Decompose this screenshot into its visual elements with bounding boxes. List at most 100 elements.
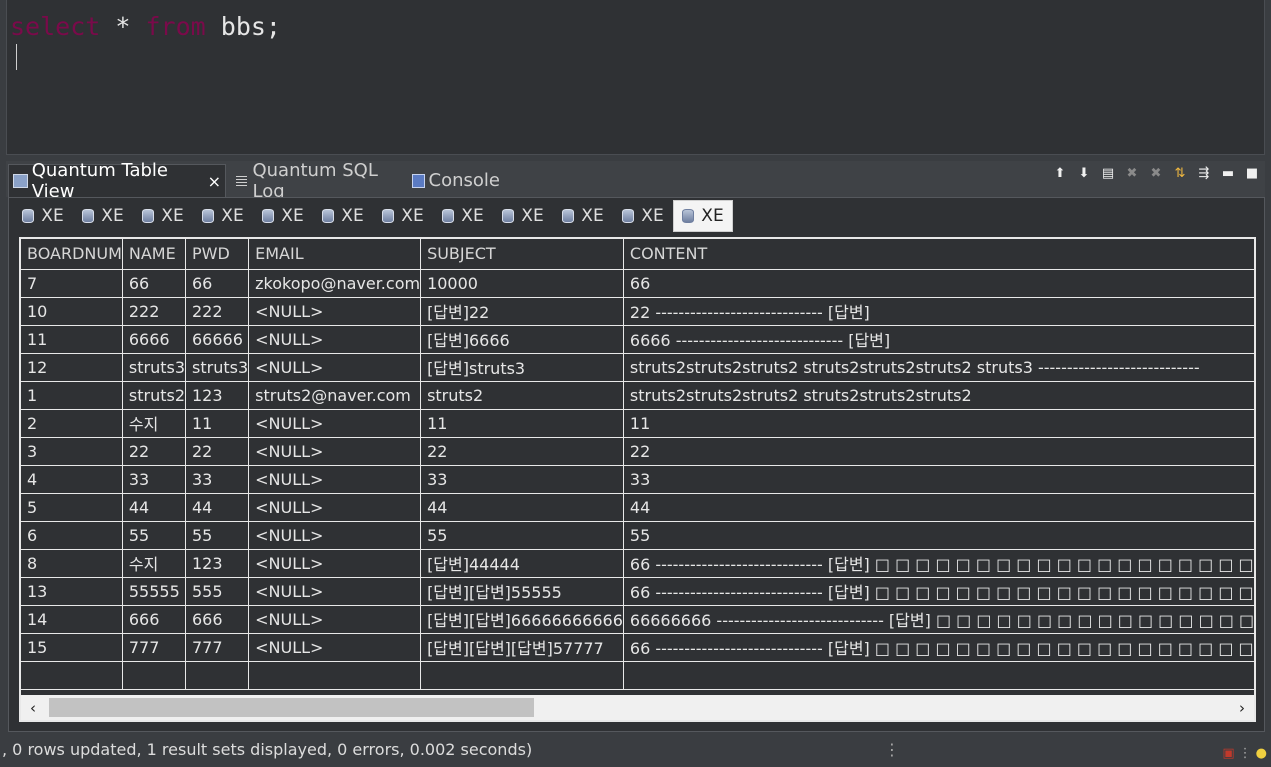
table-row[interactable]: 12 struts3 struts3 <NULL> [답변]struts3 struts2…: [21, 353, 1254, 382]
table-cell[interactable]: <NULL>: [248, 493, 422, 522]
table-cell[interactable]: <NULL>: [248, 465, 422, 494]
table-row[interactable]: 14 666 666 <NULL> [답변][답변]66666666666 6666666…: [21, 605, 1254, 634]
table-cell[interactable]: 33: [623, 465, 1254, 494]
table-cell[interactable]: struts3: [122, 353, 187, 382]
table-cell[interactable]: 66666666 ----------------------------- […: [623, 605, 1254, 634]
table-cell[interactable]: 15: [21, 633, 123, 662]
column-header[interactable]: NAME: [122, 239, 187, 270]
column-header[interactable]: EMAIL: [248, 239, 422, 270]
table-cell[interactable]: 12: [21, 353, 123, 382]
table-cell[interactable]: 222: [185, 297, 250, 326]
table-cell[interactable]: 2: [21, 409, 123, 438]
table-cell[interactable]: struts2: [420, 381, 624, 410]
table-row[interactable]: 1 struts2 123 struts2@naver.com struts2 strut…: [21, 381, 1254, 410]
table-cell[interactable]: 14: [21, 605, 123, 634]
table-cell[interactable]: 555: [185, 577, 250, 606]
table-cell[interactable]: 10000: [420, 269, 624, 298]
table-cell[interactable]: 66 ----------------------------- [답변] □ …: [623, 549, 1254, 578]
column-header[interactable]: SUBJECT: [420, 239, 624, 270]
page-icon[interactable]: ▤: [1099, 164, 1117, 182]
close-all-icon[interactable]: ✖: [1123, 164, 1141, 182]
table-cell[interactable]: 22: [623, 437, 1254, 466]
maximize-icon[interactable]: ■: [1243, 164, 1261, 182]
table-row[interactable]: 11 6666 66666 <NULL> [답변]6666 6666 ----------…: [21, 325, 1254, 354]
table-cell[interactable]: 3: [21, 437, 123, 466]
table-cell[interactable]: zkokopo@naver.com: [248, 269, 422, 298]
table-cell[interactable]: <NULL>: [248, 577, 422, 606]
table-cell[interactable]: 777: [185, 633, 250, 662]
column-header[interactable]: BOARDNUM: [21, 239, 123, 270]
table-cell[interactable]: struts2struts2struts2 struts2struts2stru…: [623, 353, 1254, 382]
result-tab[interactable]: XE: [553, 200, 613, 232]
table-cell[interactable]: 666: [122, 605, 187, 634]
close-icon[interactable]: ✖: [1147, 164, 1165, 182]
table-cell[interactable]: 55555: [122, 577, 187, 606]
table-cell[interactable]: 수지: [122, 409, 187, 438]
table-cell[interactable]: 5: [21, 493, 123, 522]
arrow-up-icon[interactable]: ⬆: [1051, 164, 1069, 182]
column-header[interactable]: PWD: [185, 239, 250, 270]
table-row[interactable]: 15 777 777 <NULL> [답변][답변][답변]57777 66 ------…: [21, 633, 1254, 662]
column-header[interactable]: CONTENT: [623, 239, 1254, 270]
chevron-right-icon[interactable]: ›: [1230, 695, 1254, 720]
table-cell[interactable]: [답변][답변]66666666666: [420, 605, 624, 634]
table-cell[interactable]: 123: [185, 381, 250, 410]
table-cell[interactable]: struts2struts2struts2 struts2struts2stru…: [623, 381, 1254, 410]
table-cell[interactable]: 33: [420, 465, 624, 494]
table-row[interactable]: [21, 661, 1254, 690]
table-cell[interactable]: 44: [420, 493, 624, 522]
table-cell[interactable]: 11: [21, 325, 123, 354]
table-cell[interactable]: [답변]struts3: [420, 353, 624, 382]
table-cell[interactable]: [답변]22: [420, 297, 624, 326]
result-tab[interactable]: XE: [133, 200, 193, 232]
table-cell[interactable]: 66: [185, 269, 250, 298]
result-tab[interactable]: XE: [433, 200, 493, 232]
table-cell[interactable]: <NULL>: [248, 437, 422, 466]
tab-console[interactable]: Console: [408, 164, 504, 197]
table-cell[interactable]: 777: [122, 633, 187, 662]
more-icon[interactable]: ⋮: [1239, 741, 1252, 767]
table-cell[interactable]: <NULL>: [248, 633, 422, 662]
close-icon[interactable]: ×: [208, 172, 221, 191]
table-cell[interactable]: 123: [185, 549, 250, 578]
table-cell[interactable]: [248, 661, 422, 690]
error-log-icon[interactable]: ▣: [1222, 741, 1234, 767]
table-cell[interactable]: 44: [185, 493, 250, 522]
table-cell[interactable]: 10: [21, 297, 123, 326]
table-cell[interactable]: <NULL>: [248, 409, 422, 438]
table-cell[interactable]: 33: [122, 465, 187, 494]
table-row[interactable]: 10 222 222 <NULL> [답변]22 22 -----------------…: [21, 297, 1254, 326]
table-cell[interactable]: 22: [420, 437, 624, 466]
tab-quantum-sql-log[interactable]: Quantum SQL Log: [230, 160, 402, 202]
minimize-icon[interactable]: ▬: [1219, 164, 1237, 182]
table-cell[interactable]: [623, 661, 1254, 690]
result-tab[interactable]: XE: [673, 200, 733, 232]
table-cell[interactable]: [122, 661, 187, 690]
table-cell[interactable]: 55: [122, 521, 187, 550]
table-cell[interactable]: 66666: [185, 325, 250, 354]
table-cell[interactable]: [185, 661, 250, 690]
table-cell[interactable]: 44: [623, 493, 1254, 522]
table-row[interactable]: 2 수지 11 <NULL> 11 11: [21, 409, 1254, 438]
table-cell[interactable]: <NULL>: [248, 549, 422, 578]
export-icon[interactable]: ⇶: [1195, 164, 1213, 182]
table-cell[interactable]: 55: [185, 521, 250, 550]
scrollbar-thumb[interactable]: [49, 698, 534, 717]
table-cell[interactable]: [답변]44444: [420, 549, 624, 578]
table-cell[interactable]: [답변]6666: [420, 325, 624, 354]
lightbulb-icon[interactable]: ●: [1256, 741, 1267, 767]
arrow-down-icon[interactable]: ⬇: [1075, 164, 1093, 182]
refresh-icon[interactable]: ⇅: [1171, 164, 1189, 182]
table-cell[interactable]: 11: [420, 409, 624, 438]
tab-quantum-table-view[interactable]: Quantum Table View ×: [8, 160, 226, 202]
table-cell[interactable]: <NULL>: [248, 521, 422, 550]
sql-statement[interactable]: select * from bbs;: [10, 12, 281, 42]
table-cell[interactable]: <NULL>: [248, 353, 422, 382]
table-cell[interactable]: 6: [21, 521, 123, 550]
table-cell[interactable]: 66: [122, 269, 187, 298]
table-cell[interactable]: 66 ----------------------------- [답변] □ …: [623, 633, 1254, 662]
chevron-left-icon[interactable]: ‹: [21, 695, 45, 720]
result-tab[interactable]: XE: [493, 200, 553, 232]
table-cell[interactable]: 6666 ----------------------------- [답변]: [623, 325, 1254, 354]
table-cell[interactable]: 44: [122, 493, 187, 522]
